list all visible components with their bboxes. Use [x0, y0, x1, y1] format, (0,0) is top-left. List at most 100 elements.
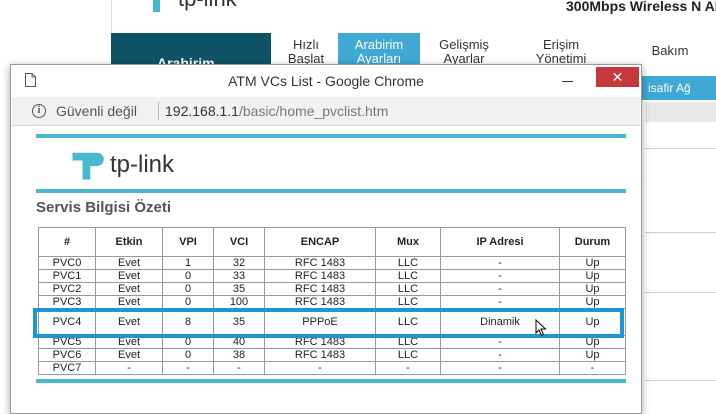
tab-advanced-settings[interactable]: Gelişmiş Ayarlar — [430, 38, 498, 66]
table-header-row: # Etkin VPI VCI ENCAP Mux IP Adresi Duru… — [38, 227, 626, 257]
column-header: VCI — [213, 227, 265, 257]
page-content: tp-link Servis Bilgisi Özeti # Etkin VPI… — [12, 126, 640, 412]
background-logo: tp-link — [140, 0, 237, 16]
table-cell: - — [440, 335, 560, 349]
table-cell: 35 — [213, 308, 265, 336]
address-bar[interactable]: i Güvenli değil 192.168.1.1/basic/home_p… — [12, 97, 640, 126]
table-cell: - — [213, 361, 265, 375]
column-header: # — [38, 227, 96, 257]
table-cell: - — [559, 361, 626, 375]
table-cell: 0 — [162, 335, 214, 349]
window-titlebar[interactable]: ATM VCs List - Google Chrome ✕ — [11, 65, 641, 97]
table-row: PVC3 Evet 0 100 RFC 1483 LLC - Up — [38, 295, 626, 309]
table-cell: 38 — [213, 348, 265, 362]
table-cell: - — [440, 256, 560, 270]
tab-access-management[interactable]: Erişim Yönetimi — [526, 38, 596, 66]
table-row: PVC6 Evet 0 38 RFC 1483 LLC - Up — [38, 348, 626, 362]
tab-label-line1: Gelişmiş — [439, 37, 489, 52]
tp-link-logo-icon — [72, 152, 104, 180]
table-cell: RFC 1483 — [264, 256, 376, 270]
minimize-button[interactable] — [557, 69, 579, 91]
chrome-popup-window: ATM VCs List - Google Chrome ✕ i Güvenli… — [10, 64, 642, 414]
table-cell: Evet — [95, 308, 163, 336]
close-button[interactable]: ✕ — [596, 67, 639, 87]
table-row: PVC2 Evet 0 35 RFC 1483 LLC - Up — [38, 282, 626, 296]
table-cell: PVC2 — [38, 282, 96, 296]
table-cell: - — [375, 361, 441, 375]
table-cell: 0 — [162, 269, 214, 283]
table-cell: - — [440, 361, 560, 375]
table-cell: Up — [559, 282, 626, 296]
table-cell: - — [264, 361, 376, 375]
table-cell: PPPoE — [264, 308, 376, 336]
table-cell: PVC5 — [38, 335, 96, 349]
divider — [645, 292, 716, 293]
divider — [158, 102, 159, 120]
tab-quick-start[interactable]: Hızlı Başlat — [284, 38, 328, 66]
table-cell: - — [95, 361, 163, 375]
pvc-table: # Etkin VPI VCI ENCAP Mux IP Adresi Duru… — [38, 227, 626, 375]
table-row: PVC1 Evet 0 33 RFC 1483 LLC - Up — [38, 269, 626, 283]
table-cell: 0 — [162, 348, 214, 362]
table-cell: 32 — [213, 256, 265, 270]
divider — [645, 148, 716, 149]
table-cell: LLC — [375, 282, 441, 296]
url-path: /basic/home_pvclist.htm — [238, 103, 389, 119]
table-cell: 0 — [162, 282, 214, 296]
tab-label-line1: Arabirim — [354, 37, 404, 52]
section-title: Servis Bilgisi Özeti — [36, 199, 172, 216]
header-rule — [36, 189, 626, 193]
table-cell: PVC6 — [38, 348, 96, 362]
mouse-cursor-icon — [535, 319, 547, 337]
table-cell: - — [440, 269, 560, 283]
tab-label-line1: Erişim — [542, 37, 580, 52]
url-host: 192.168.1.1 — [165, 103, 239, 119]
divider — [111, 0, 112, 32]
tp-link-logo: tp-link — [68, 146, 174, 184]
table-cell: Evet — [95, 269, 163, 283]
tab-label-line1: Bakım — [651, 43, 689, 58]
tab-interface-settings[interactable]: Arabirim Ayarları — [338, 33, 420, 67]
column-header: IP Adresi — [440, 227, 560, 257]
table-cell: Up — [559, 256, 626, 270]
tab-maintenance[interactable]: Bakım — [644, 44, 696, 58]
table-cell: - — [440, 348, 560, 362]
table-cell: 8 — [162, 308, 214, 336]
table-cell: LLC — [375, 269, 441, 283]
divider — [645, 232, 716, 233]
table-cell: PVC0 — [38, 256, 96, 270]
table-cell: Evet — [95, 295, 163, 309]
table-cell: RFC 1483 — [264, 348, 376, 362]
table-cell: - — [440, 295, 560, 309]
table-cell: 1 — [162, 256, 214, 270]
url-text[interactable]: 192.168.1.1/basic/home_pvclist.htm — [165, 103, 388, 119]
table-cell: PVC7 — [38, 361, 96, 375]
table-cell: RFC 1483 — [264, 335, 376, 349]
security-label[interactable]: Güvenli değil — [56, 103, 137, 119]
background-bar — [645, 102, 716, 122]
background-logo-text: tp-link — [178, 0, 237, 12]
table-cell: LLC — [375, 348, 441, 362]
column-header: Etkin — [95, 227, 163, 257]
table-cell: Evet — [95, 348, 163, 362]
divider — [645, 380, 716, 381]
column-header: VPI — [162, 227, 214, 257]
column-header: ENCAP — [264, 227, 376, 257]
table-cell: RFC 1483 — [264, 282, 376, 296]
info-icon[interactable]: i — [32, 104, 46, 118]
table-row: PVC0 Evet 1 32 RFC 1483 LLC - Up — [38, 256, 626, 270]
table-cell: - — [440, 282, 560, 296]
table-cell: RFC 1483 — [264, 295, 376, 309]
table-cell: Evet — [95, 335, 163, 349]
table-cell: RFC 1483 — [264, 269, 376, 283]
nav-active-block[interactable]: Arabirim — [111, 33, 271, 71]
table-cell: LLC — [375, 295, 441, 309]
table-cell: Up — [559, 335, 626, 349]
table-cell: Up — [559, 308, 626, 336]
table-body: PVC0 Evet 1 32 RFC 1483 LLC - Up PVC1 Evet 0 33 RFC … — [38, 256, 626, 375]
table-cell: 35 — [213, 282, 265, 296]
subnav-guest-network[interactable]: isafir Ağ — [640, 76, 716, 100]
table-cell: 33 — [213, 269, 265, 283]
tab-label-line1: Hızlı — [293, 37, 319, 52]
table-cell: LLC — [375, 308, 441, 336]
